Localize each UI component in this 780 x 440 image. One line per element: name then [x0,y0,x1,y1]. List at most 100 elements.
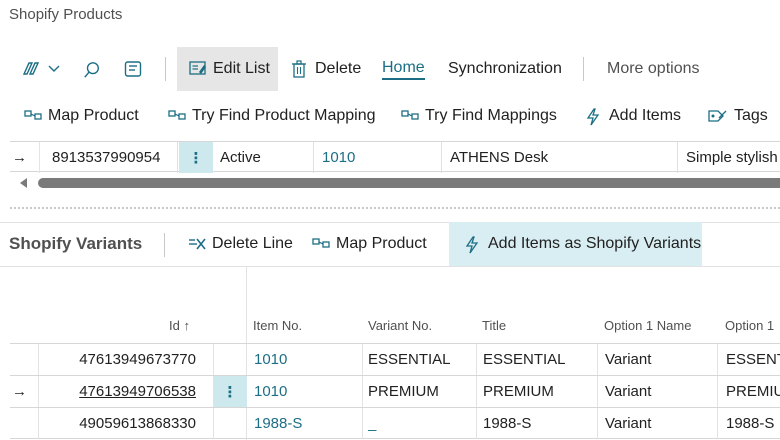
item-no-cell[interactable]: 1010 [314,142,442,173]
column-header-id[interactable]: Id ↑ [169,318,190,333]
separator [583,57,584,81]
divider [597,344,598,375]
divider [213,344,214,375]
lightning-icon [464,236,482,254]
edit-list-icon [189,60,207,78]
option1-name-cell[interactable]: Variant [605,344,717,375]
copilot-icon [20,60,42,78]
more-vertical-icon: ⋮ [188,149,204,167]
map-product-label: Map Product [48,107,139,124]
product-id-cell[interactable]: 8913537990954 [40,142,178,173]
filter-pane-button[interactable] [124,47,148,91]
variants-title: Shopify Variants [9,234,143,253]
column-header-title[interactable]: Title [482,318,506,333]
try-find-mappings-label: Try Find Mappings [425,107,557,124]
add-items-button[interactable]: Add Items [585,96,681,136]
product-toolbar: Map Product Try Find Product Mapping Try… [0,96,780,136]
chevron-down-icon [48,60,60,78]
add-items-as-variants-button[interactable]: Add Items as Shopify Variants [449,222,702,266]
option1-value-cell[interactable]: 1988-S [726,408,780,439]
search-button[interactable] [83,47,107,91]
scroll-left-arrow-icon[interactable] [20,178,27,188]
map-icon [24,108,42,124]
description-cell[interactable]: ATHENS Desk [442,142,678,173]
lightning-icon [585,108,603,126]
divider [362,408,363,439]
title-cell[interactable]: PREMIUM [483,376,597,407]
edit-list-button[interactable]: Edit List [177,47,278,91]
column-header-option1-name[interactable]: Option 1 Name [604,318,691,333]
separator [164,233,165,257]
option1-value-cell[interactable]: ESSENTIAL [726,344,780,375]
delete-label: Delete [315,60,362,77]
tab-home-label: Home [382,58,425,80]
delete-line-button[interactable]: Delete Line [188,222,293,266]
more-options-button[interactable]: More options [607,47,700,91]
variant-no-cell[interactable]: PREMIUM [368,376,476,407]
option1-name-cell[interactable]: Variant [605,376,717,407]
variant-map-product-label: Map Product [336,235,427,252]
horizontal-scrollbar[interactable] [10,177,780,189]
column-header-item-no[interactable]: Item No. [253,318,302,333]
option1-name-cell[interactable]: Variant [605,408,717,439]
tab-synchronization-label: Synchronization [448,60,562,77]
tab-home[interactable]: Home [382,47,425,91]
splitter-handle[interactable] [10,207,780,209]
divider [476,344,477,375]
divider [717,344,718,375]
map-icon [401,108,419,124]
divider [362,376,363,407]
id-cell[interactable]: 47613949706538 [38,376,206,407]
role-switcher-button[interactable] [20,47,62,91]
column-header-option1-value[interactable]: Option 1 [725,318,774,333]
edit-list-label: Edit List [213,60,270,77]
row-menu-button[interactable]: ⋮ [213,376,247,407]
try-find-mappings-button[interactable]: Try Find Mappings [401,96,557,136]
table-row[interactable]: → 47613949706538 ⋮ 1010 PREMIUM PREMIUM … [10,375,780,407]
tags-button[interactable]: Tags [708,96,768,136]
map-icon [168,108,186,124]
title-cell[interactable]: 1988-S [483,408,597,439]
page-title: Shopify Products [9,6,123,23]
table-row[interactable]: 47613949673770 1010 ESSENTIAL ESSENTIAL … [10,343,780,375]
divider [0,266,780,267]
divider [476,408,477,439]
divider [597,408,598,439]
option1-value-cell[interactable]: PREMIUM [726,376,780,407]
item-no-cell[interactable]: 1988-S [254,408,362,439]
column-header-variant-no[interactable]: Variant No. [368,318,432,333]
divider [717,376,718,407]
separator [165,57,166,81]
id-cell[interactable]: 47613949673770 [38,344,206,375]
body-cell[interactable]: Simple stylish [678,142,780,173]
try-find-product-mapping-button[interactable]: Try Find Product Mapping [168,96,375,136]
map-product-button[interactable]: Map Product [24,96,139,136]
trash-icon [291,60,309,78]
add-items-label: Add Items [609,107,682,124]
divider [717,408,718,439]
panel-icon [124,60,142,78]
tags-label: Tags [734,107,768,124]
product-row[interactable]: → 8913537990954 ⋮ Active 1010 ATHENS Des… [10,141,780,173]
divider [597,376,598,407]
row-indicator [10,408,38,439]
variant-no-cell[interactable]: _ [368,408,476,439]
variant-map-product-button[interactable]: Map Product [312,222,427,266]
action-bar: Edit List Delete Home Synchronization Mo… [0,47,780,91]
tag-icon [708,108,728,124]
table-row[interactable]: 49059613868330 1988-S _ 1988-S Variant 1… [10,407,780,439]
map-icon [312,236,330,252]
scroll-thumb[interactable] [38,178,780,188]
divider [213,408,214,439]
variant-no-cell[interactable]: ESSENTIAL [368,344,476,375]
id-cell[interactable]: 49059613868330 [38,408,206,439]
add-items-as-variants-label: Add Items as Shopify Variants [488,235,702,252]
row-menu-button[interactable]: ⋮ [179,142,213,173]
row-indicator: → [12,149,27,166]
delete-button[interactable]: Delete [291,47,361,91]
title-cell[interactable]: ESSENTIAL [483,344,597,375]
tab-synchronization[interactable]: Synchronization [448,47,562,91]
item-no-cell[interactable]: 1010 [254,376,362,407]
status-cell[interactable]: Active [213,142,314,173]
item-no-cell[interactable]: 1010 [254,344,362,375]
